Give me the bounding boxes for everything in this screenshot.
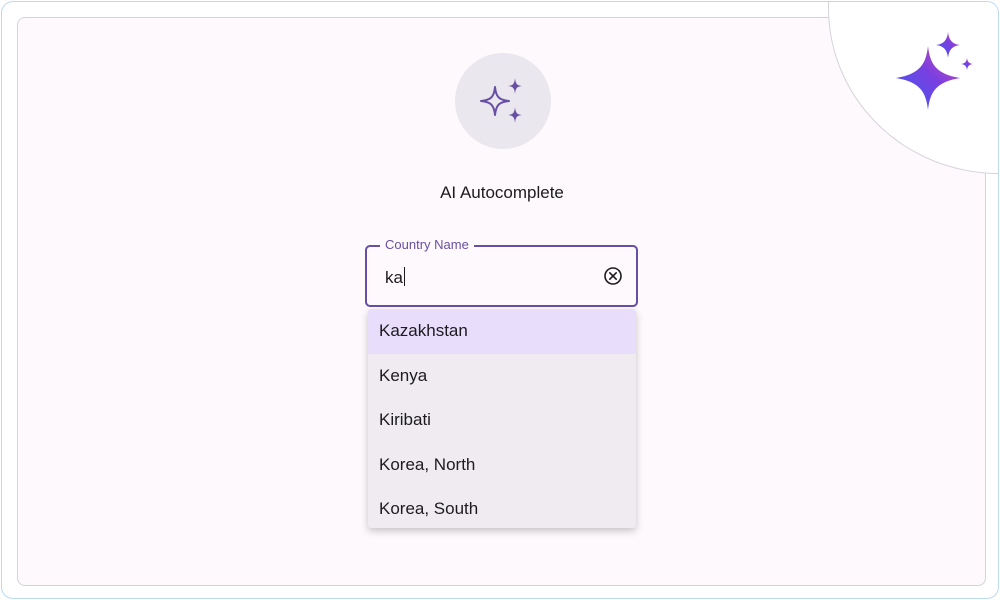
text-caret bbox=[403, 267, 405, 286]
country-name-field[interactable]: Country Name ka bbox=[365, 237, 638, 307]
sparkles-icon-container bbox=[455, 53, 551, 149]
suggestions-popup: Kazakhstan Kenya Kiribati Korea, North K… bbox=[368, 309, 636, 528]
sparkles-icon bbox=[480, 78, 522, 123]
list-item[interactable]: Kazakhstan bbox=[368, 309, 636, 354]
list-item[interactable]: Kiribati bbox=[368, 398, 636, 443]
list-item[interactable]: Kenya bbox=[368, 354, 636, 399]
ai-sparkle-icon bbox=[896, 32, 973, 110]
field-label: Country Name bbox=[380, 237, 474, 253]
input-text: ka bbox=[385, 268, 403, 287]
list-item[interactable]: Korea, South bbox=[368, 487, 636, 528]
app-frame: AI Autocomplete Country Name ka Kazakhst… bbox=[1, 1, 999, 599]
clear-circle-icon[interactable] bbox=[603, 266, 623, 286]
list-item[interactable]: Korea, North bbox=[368, 443, 636, 488]
page-title: AI Autocomplete bbox=[440, 183, 564, 202]
search-input[interactable]: ka bbox=[385, 267, 405, 288]
